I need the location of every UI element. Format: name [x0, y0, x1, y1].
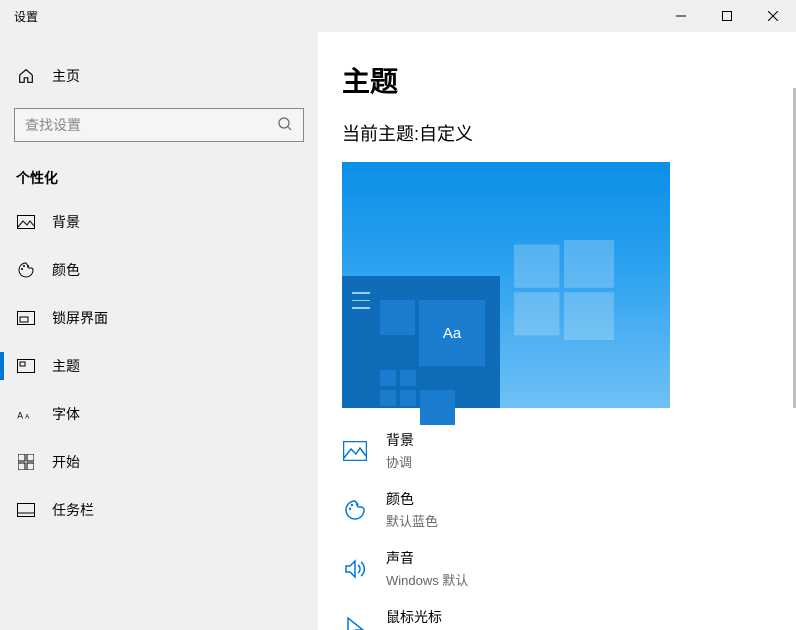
- theme-row-title: 声音: [386, 548, 468, 568]
- start-icon: [16, 454, 36, 470]
- theme-icon: [16, 359, 36, 373]
- preview-start-menu: Aa: [342, 276, 500, 408]
- sidebar: 主页 个性化 背景 颜色 锁屏界面 主题 AA: [0, 32, 318, 630]
- theme-background-row[interactable]: 背景 协调: [342, 430, 796, 471]
- sidebar-item-label: 锁屏界面: [52, 308, 108, 328]
- svg-text:A: A: [25, 413, 30, 420]
- theme-row-sub: 协调: [386, 452, 414, 471]
- lockscreen-icon: [16, 311, 36, 325]
- home-icon: [16, 67, 36, 85]
- sidebar-item-colors[interactable]: 颜色: [0, 246, 318, 294]
- sidebar-item-label: 颜色: [52, 260, 80, 280]
- titlebar: 设置: [0, 0, 796, 32]
- palette-icon: [342, 498, 368, 522]
- picture-icon: [342, 441, 368, 461]
- search-input[interactable]: [14, 108, 304, 142]
- current-theme-label: 当前主题:自定义: [342, 120, 796, 146]
- sidebar-item-background[interactable]: 背景: [0, 198, 318, 246]
- search-icon: [277, 116, 293, 135]
- palette-icon: [16, 261, 36, 279]
- windows-logo-icon: [514, 240, 614, 340]
- sidebar-item-taskbar[interactable]: 任务栏: [0, 486, 318, 534]
- theme-row-sub: 默认蓝色: [386, 511, 438, 530]
- close-icon: [768, 11, 778, 21]
- theme-row-title: 鼠标光标: [386, 607, 468, 627]
- maximize-icon: [722, 11, 732, 21]
- sidebar-item-fonts[interactable]: AA 字体: [0, 390, 318, 438]
- theme-sound-row[interactable]: 声音 Windows 默认: [342, 548, 796, 589]
- close-button[interactable]: [750, 0, 796, 32]
- theme-color-row[interactable]: 颜色 默认蓝色: [342, 489, 796, 530]
- cursor-icon: [342, 616, 368, 630]
- svg-text:A: A: [17, 410, 23, 420]
- theme-cursor-row[interactable]: 鼠标光标 Windows 默认: [342, 607, 796, 630]
- page-title: 主题: [342, 60, 796, 100]
- sidebar-item-label: 主题: [52, 356, 80, 376]
- theme-preview: Aa: [342, 162, 670, 408]
- minimize-button[interactable]: [658, 0, 704, 32]
- sidebar-item-label: 任务栏: [52, 500, 94, 520]
- maximize-button[interactable]: [704, 0, 750, 32]
- sidebar-item-label: 背景: [52, 212, 80, 232]
- sidebar-home[interactable]: 主页: [0, 54, 318, 98]
- preview-sample-text: Aa: [419, 300, 485, 366]
- sidebar-item-lockscreen[interactable]: 锁屏界面: [0, 294, 318, 342]
- minimize-icon: [676, 11, 686, 21]
- sidebar-home-label: 主页: [52, 66, 80, 86]
- font-icon: AA: [16, 407, 36, 421]
- search-field[interactable]: [25, 117, 277, 133]
- theme-row-title: 背景: [386, 430, 414, 450]
- sidebar-item-start[interactable]: 开始: [0, 438, 318, 486]
- sidebar-item-label: 字体: [52, 404, 80, 424]
- window-title: 设置: [0, 8, 38, 25]
- picture-icon: [16, 215, 36, 229]
- theme-row-title: 颜色: [386, 489, 438, 509]
- taskbar-icon: [16, 503, 36, 517]
- sidebar-item-themes[interactable]: 主题: [0, 342, 318, 390]
- sound-icon: [342, 558, 368, 580]
- main-content: 主题 当前主题:自定义 Aa: [318, 32, 796, 630]
- sidebar-item-label: 开始: [52, 452, 80, 472]
- theme-row-sub: Windows 默认: [386, 570, 468, 589]
- sidebar-section-label: 个性化: [0, 146, 318, 198]
